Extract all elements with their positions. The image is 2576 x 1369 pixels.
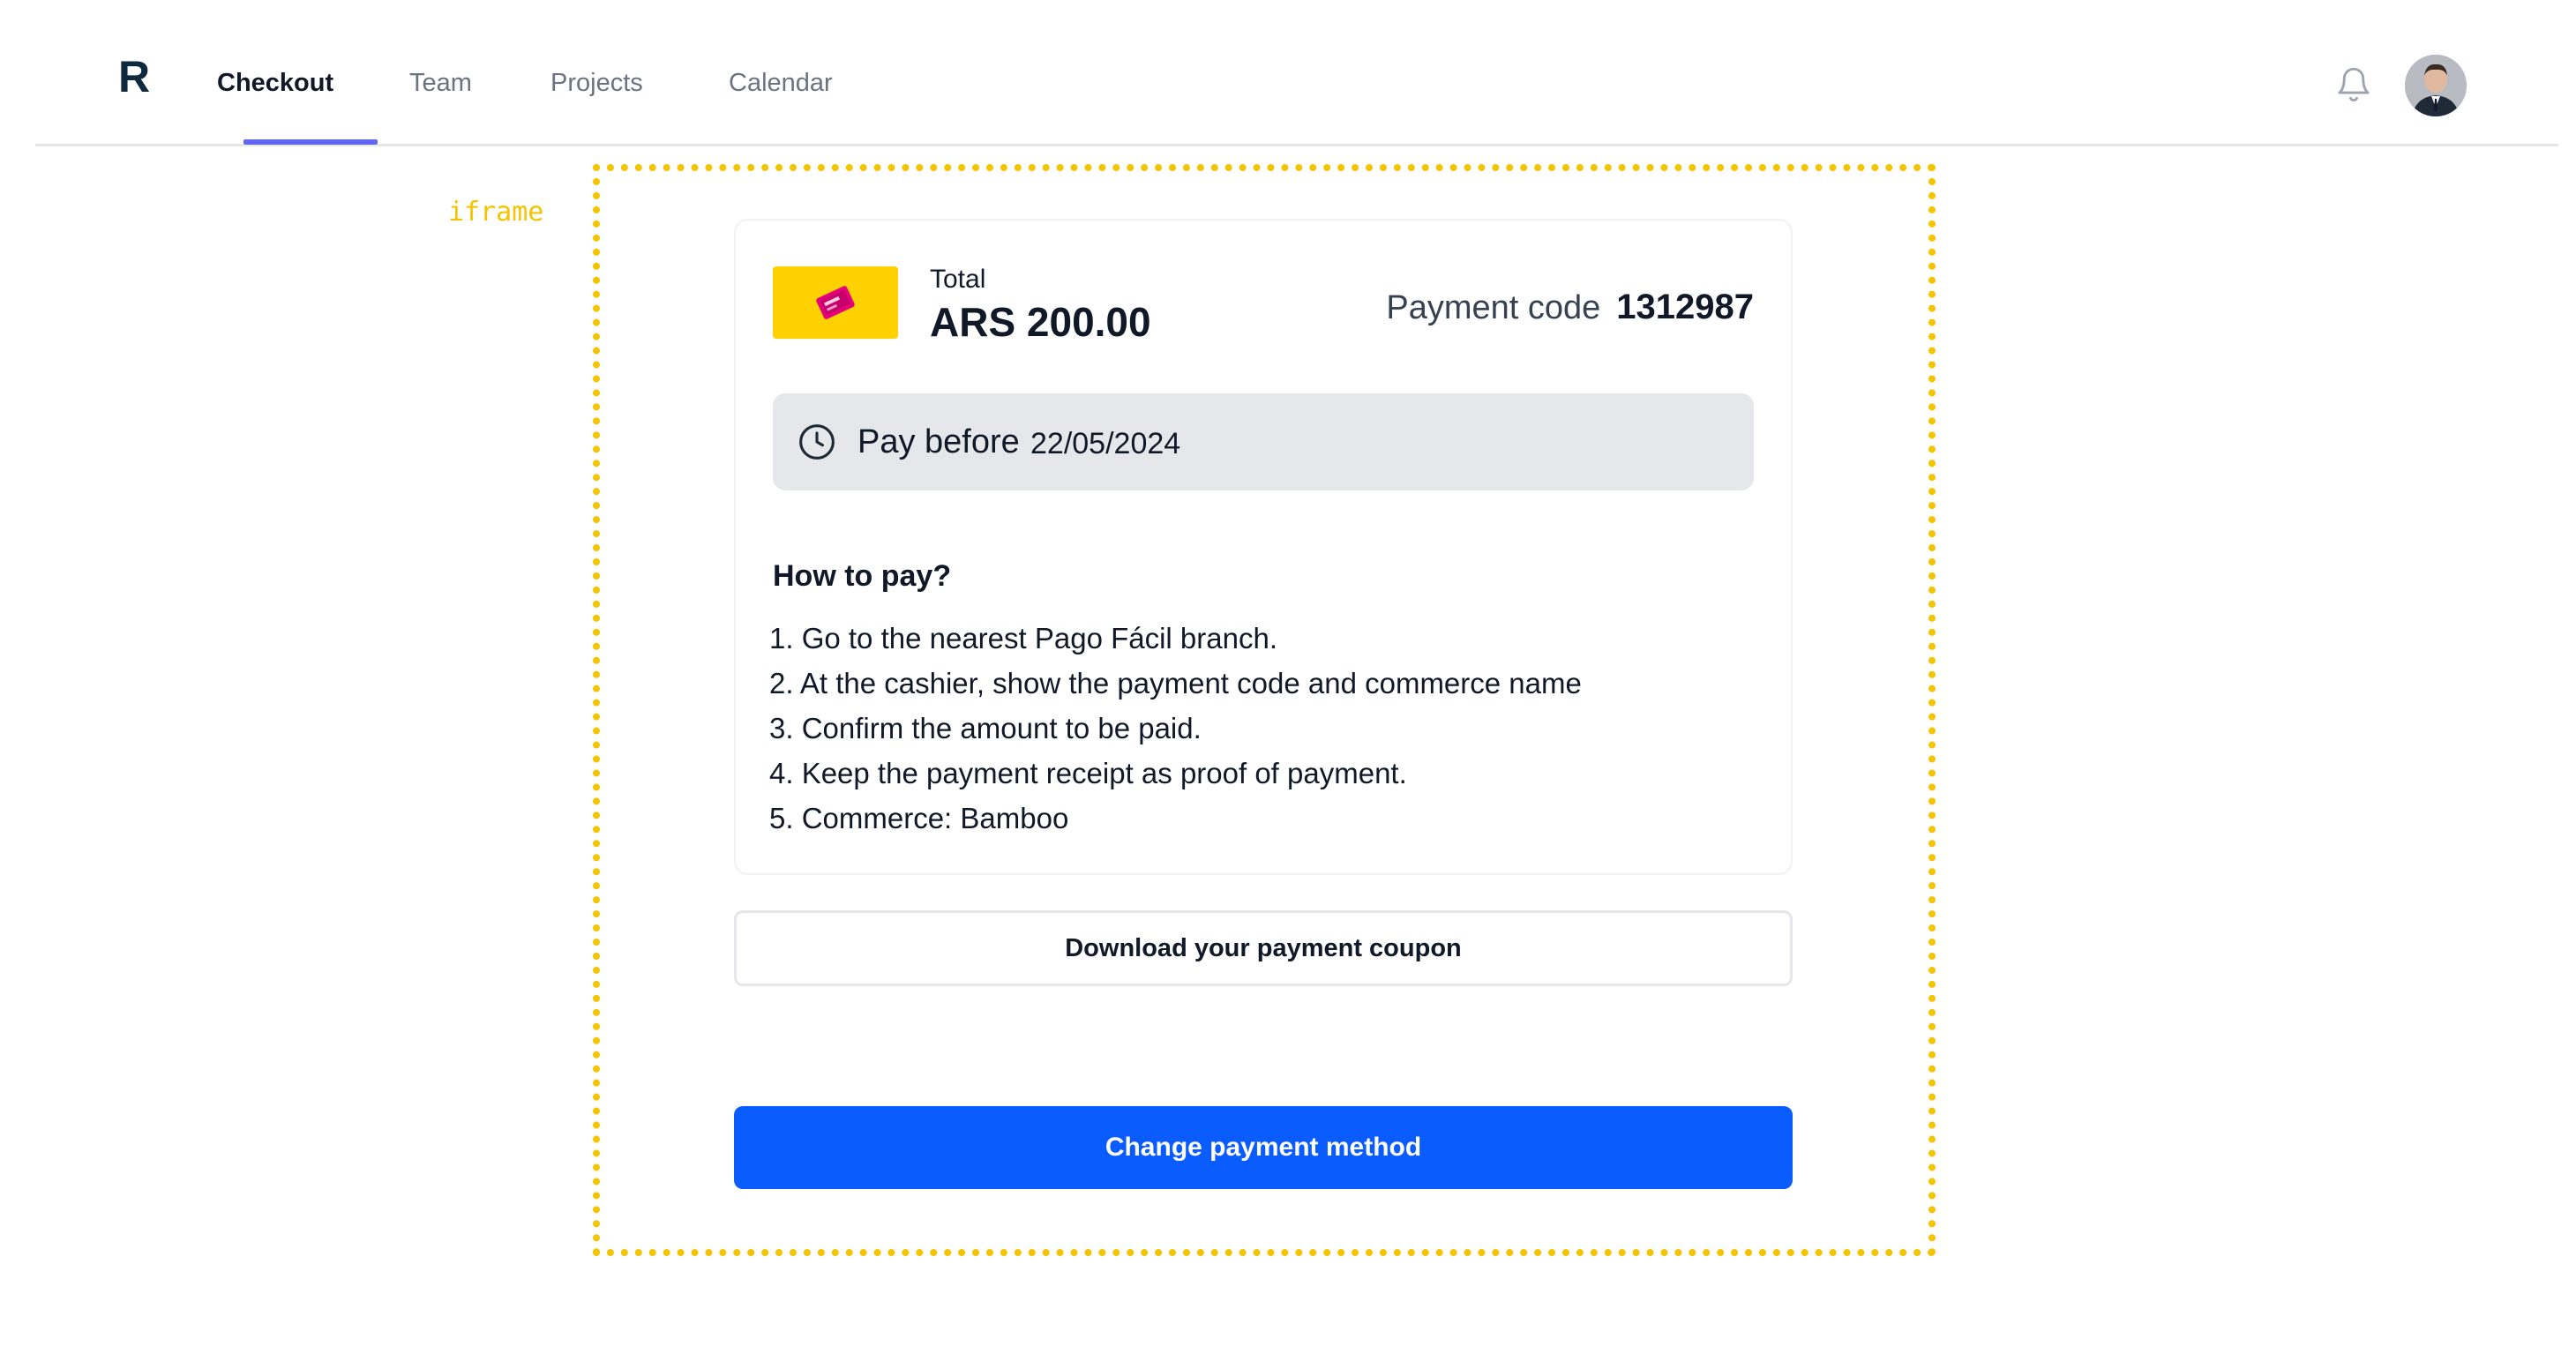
clock-icon [798,423,836,461]
pago-facil-logo [773,266,898,339]
tab-projects[interactable]: Projects [550,71,643,96]
payment-code-value: 1312987 [1616,288,1754,326]
active-tab-indicator [243,139,378,145]
iframe-annotation-label: iframe [448,197,544,228]
change-payment-method-button[interactable]: Change payment method [734,1106,1793,1189]
bell-icon[interactable] [2334,64,2373,108]
how-to-pay-heading: How to pay? [773,559,952,593]
download-coupon-button[interactable]: Download your payment coupon [734,910,1793,986]
avatar[interactable] [2405,55,2467,116]
payment-code-label: Payment code [1386,289,1601,326]
list-item: 3. Confirm the amount to be paid. [769,712,1202,744]
top-navbar: R Checkout Team Projects Calendar [35,0,2558,146]
page: R Checkout Team Projects Calendar iframe [0,0,2576,1369]
list-item: 5. Commerce: Bamboo [769,802,1069,834]
pay-before-date: 22/05/2024 [1030,427,1181,460]
total-amount: ARS 200.00 [930,299,1151,345]
how-to-pay-steps: 1. Go to the nearest Pago Fácil branch. … [769,616,1582,841]
tab-team[interactable]: Team [409,71,472,96]
payment-code: Payment code 1312987 [1386,289,1754,325]
payment-card: Total ARS 200.00 Payment code 1312987 Pa… [734,219,1793,875]
list-item: 1. Go to the nearest Pago Fácil branch. [769,622,1278,655]
pay-before-label: Pay before [857,423,1020,460]
tab-checkout[interactable]: Checkout [217,71,333,96]
tab-calendar[interactable]: Calendar [729,71,833,96]
pay-before-banner: Pay before 22/05/2024 [773,393,1754,490]
list-item: 4. Keep the payment receipt as proof of … [769,757,1407,789]
list-item: 2. At the cashier, show the payment code… [769,667,1582,699]
total-label: Total [930,265,986,294]
app-logo[interactable]: R [118,55,150,99]
